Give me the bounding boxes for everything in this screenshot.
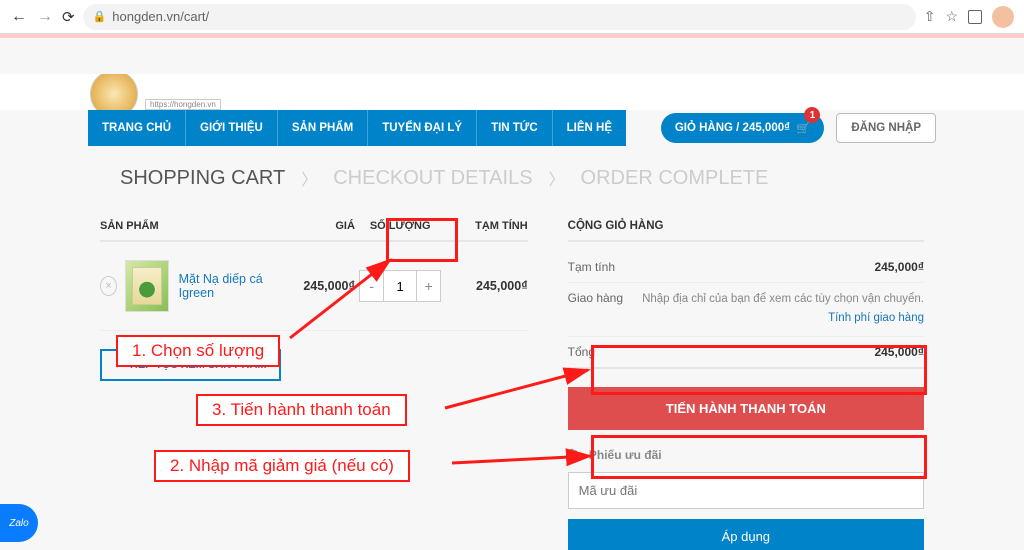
subtotal-label: Tạm tính bbox=[568, 260, 615, 274]
zalo-fab[interactable]: Zalo bbox=[0, 504, 38, 542]
menu-products[interactable]: SẢN PHẨM bbox=[277, 110, 367, 146]
url-text: hongden.vn/cart/ bbox=[112, 9, 209, 24]
url-bar[interactable]: 🔒 hongden.vn/cart/ bbox=[83, 4, 916, 30]
extension-icon[interactable] bbox=[968, 10, 982, 24]
col-price: GIÁ bbox=[281, 220, 355, 232]
menu-news[interactable]: TIN TỨC bbox=[476, 110, 552, 146]
continue-shopping-button[interactable]: ← TIẾP TỤC XEM SẢN PHẨM bbox=[100, 349, 281, 381]
chevron-right-icon: 〉 bbox=[301, 166, 317, 190]
checkout-button[interactable]: TIẾN HÀNH THANH TOÁN bbox=[568, 387, 924, 430]
step-cart[interactable]: SHOPPING CART bbox=[120, 167, 285, 190]
cart-summary: CỘNG GIỎ HÀNG Tạm tính 245,000₫ Giao hàn… bbox=[568, 220, 924, 550]
item-price: 245,000₫ bbox=[281, 279, 355, 293]
item-subtotal: 245,000₫ bbox=[445, 279, 527, 293]
qty-minus-button[interactable]: - bbox=[360, 271, 384, 301]
step-complete: ORDER COMPLETE bbox=[581, 167, 769, 190]
shipping-label: Giao hàng bbox=[568, 291, 623, 305]
product-thumb[interactable] bbox=[125, 260, 169, 312]
apply-coupon-button[interactable]: Áp dụng bbox=[568, 519, 924, 550]
menu-contact[interactable]: LIÊN HỆ bbox=[552, 110, 626, 146]
col-qty: SỐ LƯỢNG bbox=[355, 220, 445, 232]
shipping-text: Nhập địa chỉ của bạn để xem các tùy chọn… bbox=[642, 293, 924, 305]
step-checkout: CHECKOUT DETAILS bbox=[333, 167, 532, 190]
reload-icon[interactable]: ⟳ bbox=[62, 8, 75, 26]
share-icon[interactable]: ⇧ bbox=[924, 8, 936, 25]
forward-icon: → bbox=[36, 8, 54, 26]
product-name[interactable]: Mặt Nạ diếp cá Igreen bbox=[179, 272, 281, 300]
profile-avatar[interactable] bbox=[992, 6, 1014, 28]
warning-bar bbox=[0, 34, 1024, 38]
quantity-stepper: - + bbox=[359, 270, 441, 302]
checkout-steps: SHOPPING CART 〉 CHECKOUT DETAILS 〉 ORDER… bbox=[120, 166, 1024, 190]
coupon-input[interactable] bbox=[568, 472, 924, 509]
tag-icon: 🏷 bbox=[568, 448, 583, 462]
col-subtotal: TẠM TÍNH bbox=[445, 220, 527, 232]
total-label: Tổng bbox=[568, 345, 595, 359]
chat-icon: Zalo bbox=[9, 518, 28, 529]
qty-plus-button[interactable]: + bbox=[416, 271, 440, 301]
subtotal-value: 245,000₫ bbox=[874, 260, 924, 274]
coupon-title: Phiếu ưu đãi bbox=[589, 448, 662, 462]
cart-badge: 1 bbox=[804, 107, 820, 123]
browser-chrome: ← → ⟳ 🔒 hongden.vn/cart/ ⇧ ☆ bbox=[0, 0, 1024, 34]
calc-shipping-link[interactable]: Tính phí giao hàng bbox=[642, 310, 924, 327]
table-row: × Mặt Nạ diếp cá Igreen 245,000₫ - + 245… bbox=[100, 242, 528, 331]
menu-about[interactable]: GIỚI THIỆU bbox=[185, 110, 277, 146]
qty-input[interactable] bbox=[384, 271, 416, 301]
main-menu: TRANG CHỦ GIỚI THIỆU SẢN PHẨM TUYỂN ĐẠI … bbox=[88, 110, 626, 146]
menu-agents[interactable]: TUYỂN ĐẠI LÝ bbox=[367, 110, 476, 146]
mini-url: https://hongden.vn bbox=[145, 99, 221, 110]
star-icon[interactable]: ☆ bbox=[945, 8, 958, 25]
cart-label: GIỎ HÀNG / 245,000₫ bbox=[675, 122, 790, 134]
col-product: SẢN PHẨM bbox=[100, 220, 281, 232]
login-button[interactable]: ĐĂNG NHẬP bbox=[836, 113, 936, 143]
menu-home[interactable]: TRANG CHỦ bbox=[88, 110, 185, 146]
lock-icon: 🔒 bbox=[93, 10, 107, 23]
cart-icon: 🛒 bbox=[796, 121, 810, 135]
total-value: 245,000₫ bbox=[874, 345, 924, 359]
remove-item-button[interactable]: × bbox=[100, 276, 117, 296]
cart-table: SẢN PHẨM GIÁ SỐ LƯỢNG TẠM TÍNH × Mặt Nạ … bbox=[100, 220, 528, 550]
chevron-right-icon: 〉 bbox=[549, 166, 565, 190]
cart-button[interactable]: GIỎ HÀNG / 245,000₫ 🛒 1 bbox=[661, 113, 825, 143]
back-icon[interactable]: ← bbox=[10, 8, 28, 26]
summary-title: CỘNG GIỎ HÀNG bbox=[568, 220, 924, 242]
